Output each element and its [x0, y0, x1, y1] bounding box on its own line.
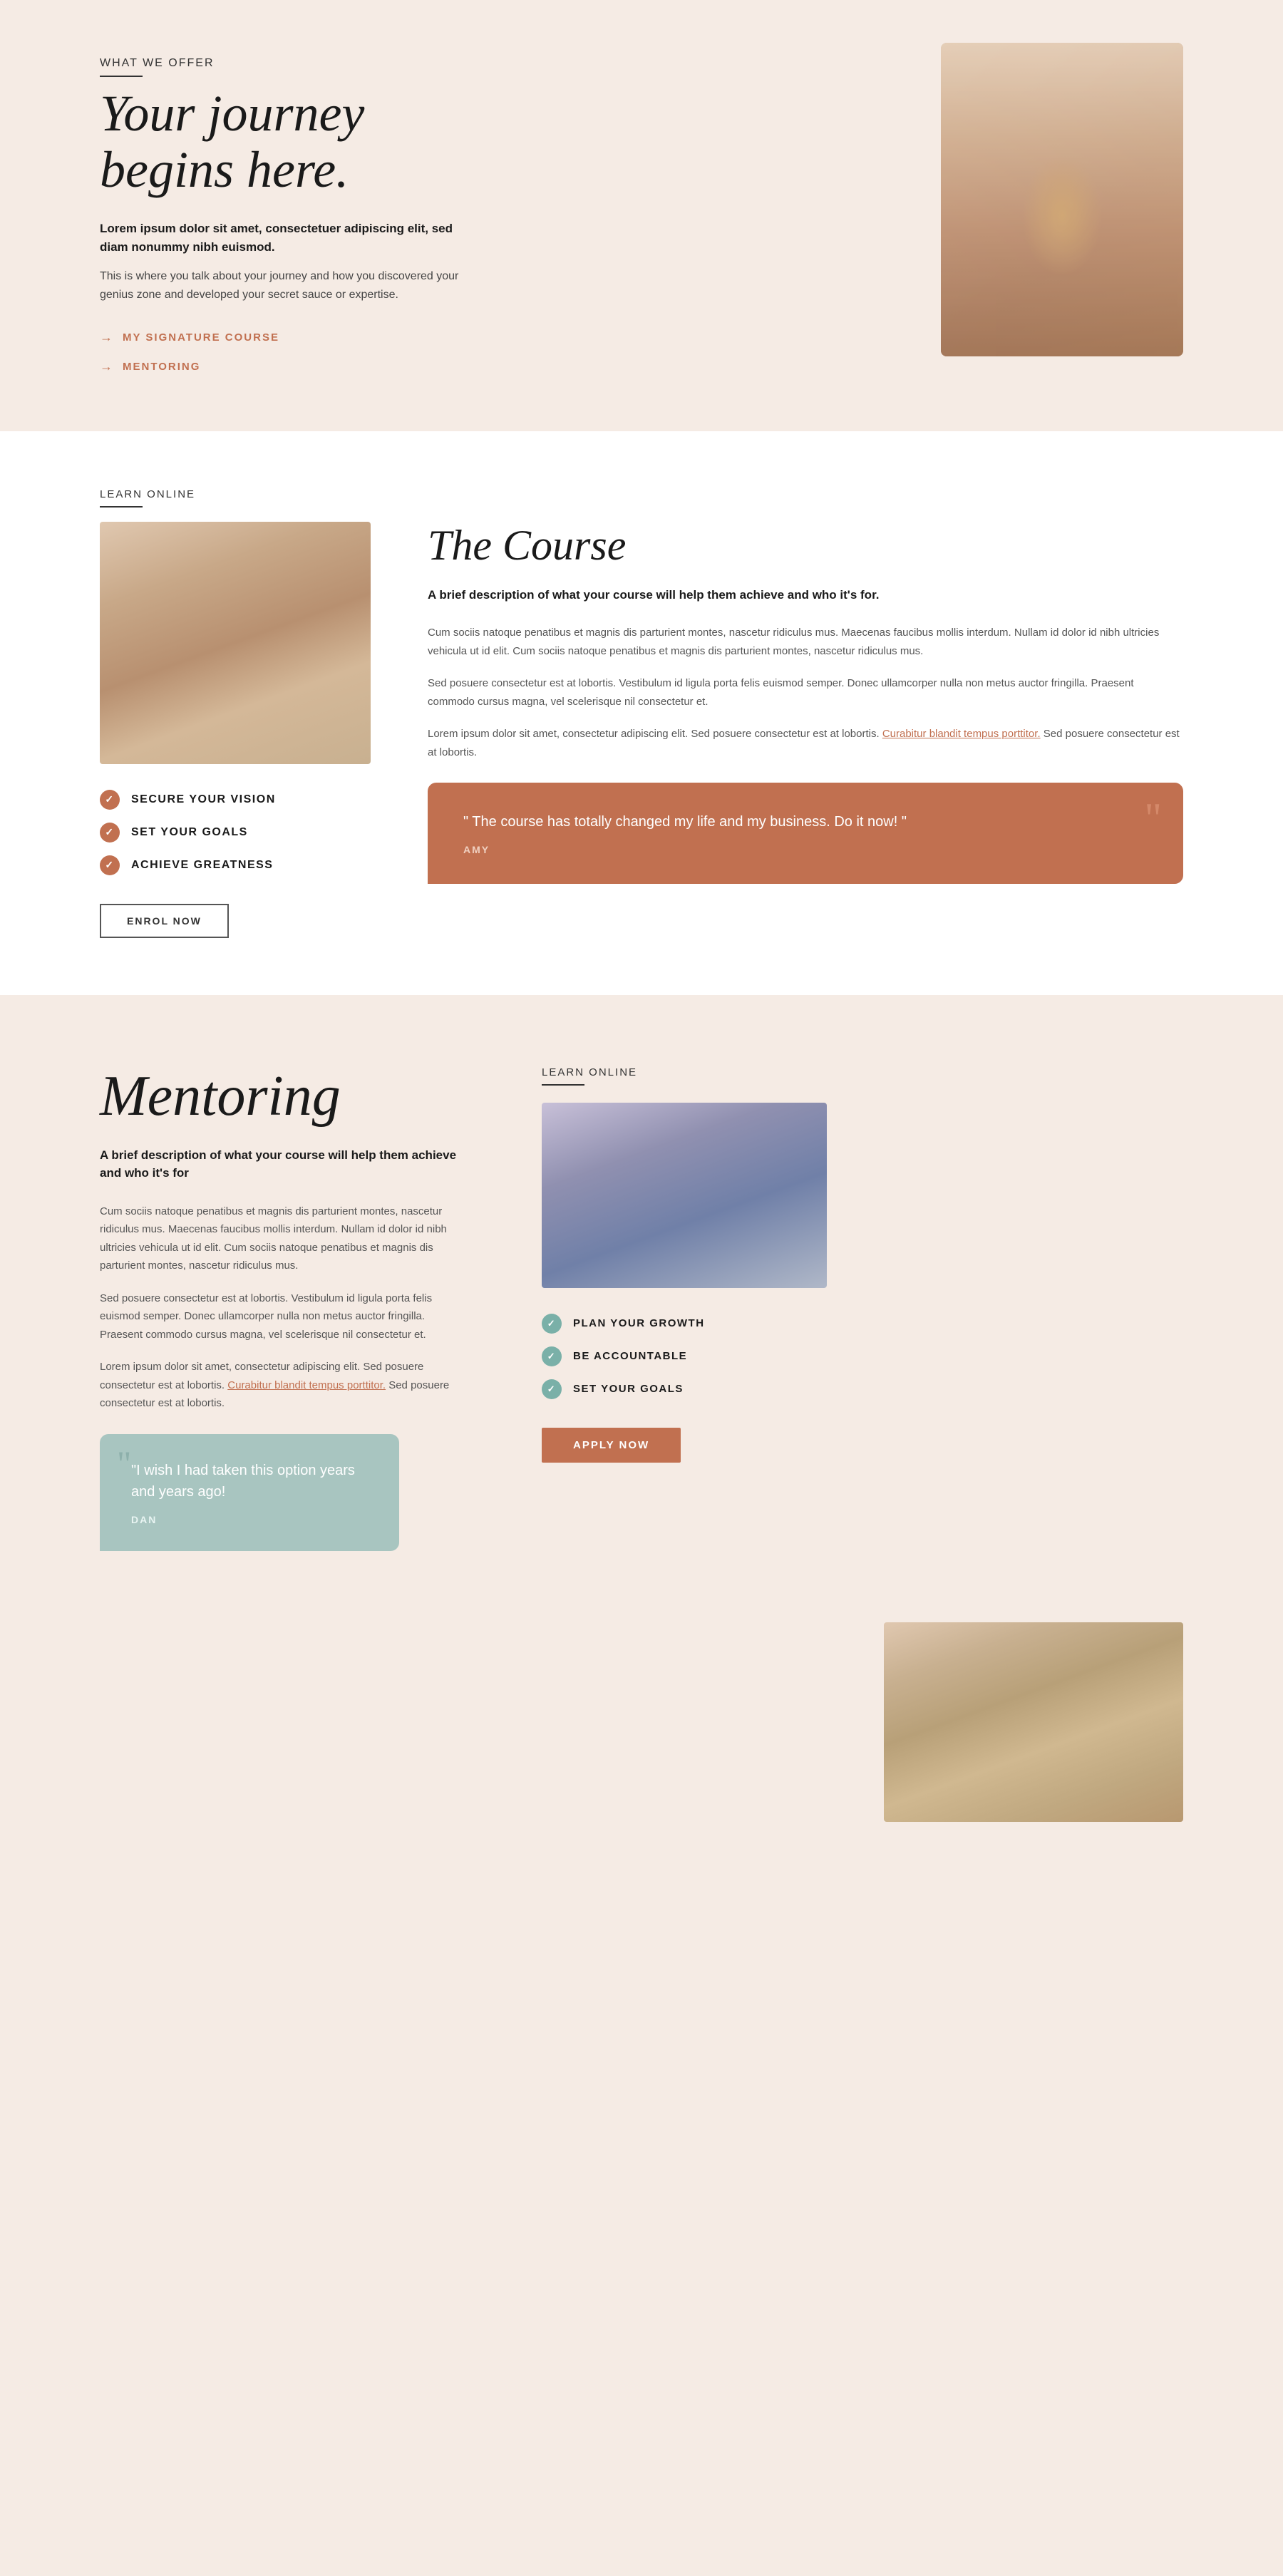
- mentoring-testimonial-author: DAN: [131, 1514, 368, 1525]
- course-body-2: Sed posuere consectetur est at lobortis.…: [428, 674, 1183, 711]
- check-icon-2: [100, 823, 120, 843]
- mentoring-checklist: PLAN YOUR GROWTH BE ACCOUNTABLE SET YOUR…: [542, 1314, 827, 1399]
- bottom-image-inner: [884, 1622, 1183, 1822]
- course-body-1: Cum sociis natoque penatibus et magnis d…: [428, 624, 1183, 660]
- hero-body-text: This is where you talk about your journe…: [100, 267, 470, 304]
- course-left: SECURE YOUR VISION SET YOUR GOALS ACHIEV…: [100, 522, 371, 938]
- hero-section: WHAT WE OFFER Your journey begins here. …: [0, 0, 1283, 431]
- mentoring-image-inner: [542, 1103, 827, 1288]
- checklist-item-3: ACHIEVE GREATNESS: [100, 855, 371, 875]
- hero-right: [513, 43, 1183, 356]
- hero-left: WHAT WE OFFER Your journey begins here. …: [100, 43, 470, 388]
- checklist-label-3: ACHIEVE GREATNESS: [131, 859, 273, 872]
- arrow-icon-2: →: [100, 359, 114, 374]
- course-checklist: SECURE YOUR VISION SET YOUR GOALS ACHIEV…: [100, 790, 371, 875]
- mentoring-inner: Mentoring A brief description of what yo…: [100, 1066, 1183, 1551]
- quote-mark-icon: ": [1145, 797, 1163, 840]
- apply-button[interactable]: APPLY NOW: [542, 1428, 681, 1463]
- checklist-label-2: SET YOUR GOALS: [131, 826, 248, 839]
- testimonial-text: " The course has totally changed my life…: [463, 811, 1148, 833]
- mentoring-testimonial-text: "I wish I had taken this option years an…: [131, 1460, 368, 1503]
- checklist-item-1: SECURE YOUR VISION: [100, 790, 371, 810]
- mentoring-image: [542, 1103, 827, 1288]
- testimonial-author: AMY: [463, 844, 1148, 855]
- arrow-icon: →: [100, 330, 114, 345]
- mentoring-right: LEARN ONLINE PLAN YOUR GROWTH BE ACCOUNT…: [542, 1066, 827, 1463]
- mentoring-section-label: LEARN ONLINE: [542, 1066, 827, 1086]
- mentoring-checklist-label-1: PLAN YOUR GROWTH: [573, 1317, 705, 1329]
- signature-course-link[interactable]: → MY SIGNATURE COURSE: [100, 330, 470, 345]
- mentoring-link[interactable]: → MENTORING: [100, 359, 470, 374]
- mentoring-checklist-item-1: PLAN YOUR GROWTH: [542, 1314, 827, 1334]
- hero-title: Your journey begins here.: [100, 86, 470, 198]
- mentoring-checklist-item-3: SET YOUR GOALS: [542, 1379, 827, 1399]
- course-section-label: LEARN ONLINE: [100, 488, 1183, 508]
- checklist-item-2: SET YOUR GOALS: [100, 823, 371, 843]
- hero-label: WHAT WE OFFER: [100, 57, 470, 77]
- check-icon-1: [100, 790, 120, 810]
- course-body-link[interactable]: Curabitur blandit tempus porttitor.: [882, 728, 1041, 740]
- teal-check-icon-1: [542, 1314, 562, 1334]
- mentoring-body-1: Cum sociis natoque penatibus et magnis d…: [100, 1202, 470, 1275]
- mentoring-left: Mentoring A brief description of what yo…: [100, 1066, 470, 1551]
- mentoring-section: Mentoring A brief description of what yo…: [0, 995, 1283, 1608]
- teal-check-icon-3: [542, 1379, 562, 1399]
- course-heading: The Course: [428, 522, 1183, 569]
- hero-image-figure: [941, 43, 1183, 356]
- mentoring-checklist-label-3: SET YOUR GOALS: [573, 1383, 684, 1395]
- course-image-inner: [100, 522, 371, 764]
- course-inner: SECURE YOUR VISION SET YOUR GOALS ACHIEV…: [100, 522, 1183, 938]
- course-testimonial: " " The course has totally changed my li…: [428, 783, 1183, 884]
- mentoring-checklist-item-2: BE ACCOUNTABLE: [542, 1346, 827, 1366]
- course-bold-desc: A brief description of what your course …: [428, 586, 1183, 604]
- course-image: [100, 522, 371, 764]
- mentoring-body-link[interactable]: Curabitur blandit tempus porttitor.: [227, 1379, 386, 1391]
- course-section: LEARN ONLINE SECURE YOUR VISION SET YOUR…: [0, 431, 1283, 995]
- course-body-3: Lorem ipsum dolor sit amet, consectetur …: [428, 725, 1183, 761]
- teal-check-icon-2: [542, 1346, 562, 1366]
- teal-quote-mark-icon: ": [117, 1446, 131, 1481]
- mentoring-body-3: Lorem ipsum dolor sit amet, consectetur …: [100, 1358, 470, 1413]
- mentoring-bold-desc: A brief description of what your course …: [100, 1146, 470, 1183]
- mentoring-body-2: Sed posuere consectetur est at lobortis.…: [100, 1289, 470, 1344]
- hero-image: [941, 43, 1183, 356]
- bottom-image: [884, 1622, 1183, 1822]
- checklist-label-1: SECURE YOUR VISION: [131, 793, 276, 806]
- enrol-button[interactable]: ENROL NOW: [100, 904, 229, 938]
- mentoring-testimonial: " "I wish I had taken this option years …: [100, 1434, 399, 1551]
- hero-bold-text: Lorem ipsum dolor sit amet, consectetuer…: [100, 220, 470, 256]
- bottom-image-section: [0, 1608, 1283, 1865]
- course-right: The Course A brief description of what y…: [428, 522, 1183, 885]
- check-icon-3: [100, 855, 120, 875]
- mentoring-checklist-label-2: BE ACCOUNTABLE: [573, 1350, 687, 1362]
- mentoring-heading: Mentoring: [100, 1066, 470, 1126]
